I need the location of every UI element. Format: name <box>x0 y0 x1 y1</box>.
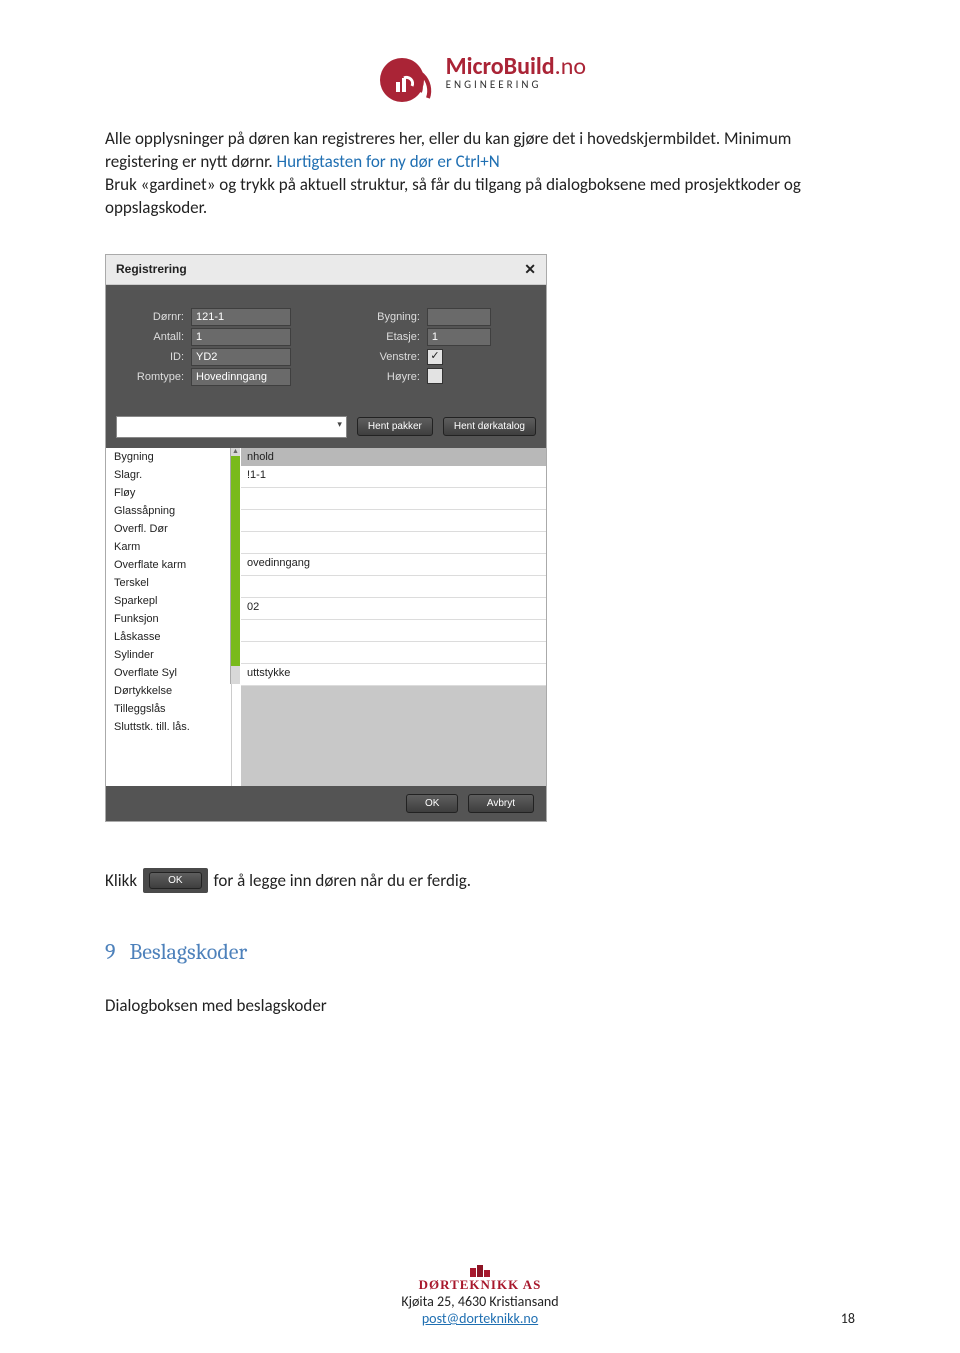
grid-row[interactable]: ovedinngang <box>241 554 546 576</box>
footer-logo: DØRTEKNIKK AS <box>0 1260 960 1293</box>
antall-label: Antall: <box>120 327 190 347</box>
shortcut-text: Hurtigtasten for ny dør er Ctrl+N <box>277 151 500 172</box>
grid-row[interactable] <box>241 642 546 664</box>
etasje-input[interactable] <box>427 328 491 346</box>
grid-row[interactable] <box>241 576 546 598</box>
romtype-label: Romtype: <box>120 367 190 388</box>
list-item[interactable]: Funksjon <box>106 610 231 628</box>
structure-dropdown[interactable]: ▾ <box>116 416 347 438</box>
list-item[interactable]: Dørtykkelse <box>106 682 231 700</box>
dialog-footer: OK Avbryt <box>106 786 546 821</box>
dialog-titlebar: Registrering ✕ <box>106 255 546 285</box>
list-item[interactable]: Sparkepl <box>106 592 231 610</box>
venstre-checkbox[interactable]: ✓ <box>427 349 443 365</box>
grid-row[interactable]: 02 <box>241 598 546 620</box>
list-item[interactable]: Tilleggslås <box>106 700 231 718</box>
list-item[interactable]: Terskel <box>106 574 231 592</box>
klikk-after: for å legge inn døren når du er ferdig. <box>214 870 472 891</box>
section-title: Beslagskoder <box>130 939 248 965</box>
list-item[interactable]: Overflate Syl <box>106 664 231 682</box>
inline-ok-wrapper: OK <box>143 868 207 893</box>
list-item[interactable]: Overflate karm <box>106 556 231 574</box>
structure-list[interactable]: Bygning Slagr. Fløy Glassåpning Overfl. … <box>106 448 232 786</box>
grid-row[interactable] <box>241 510 546 532</box>
antall-input[interactable] <box>191 328 291 346</box>
id-input[interactable] <box>191 348 291 366</box>
registration-dialog: Registrering ✕ Dørnr: Bygning: Antall: E… <box>105 254 547 822</box>
bygning-label: Bygning: <box>354 307 426 327</box>
klikk-before: Klikk <box>105 870 137 891</box>
inline-ok-button[interactable]: OK <box>149 872 201 889</box>
scroll-up-icon[interactable]: ▲ <box>231 448 240 456</box>
header-logo: MicroBuild.no ENGINEERING <box>105 40 855 102</box>
paragraph-beslagskoder: Dialogboksen med beslagskoder <box>105 995 855 1018</box>
list-item[interactable]: Sylinder <box>106 646 231 664</box>
wifi-building-icon <box>374 40 436 102</box>
id-label: ID: <box>120 347 190 367</box>
footer-address: Kjøita 25, 4630 Kristiansand <box>0 1293 960 1310</box>
section-number: 9 <box>105 939 116 965</box>
footer-company: DØRTEKNIKK AS <box>0 1277 960 1293</box>
grid-row[interactable] <box>241 532 546 554</box>
scrollbar[interactable]: ▲ <box>230 448 240 684</box>
hent-dorkatalog-button[interactable]: Hent dørkatalog <box>443 417 536 436</box>
dialog-title: Registrering <box>116 262 187 276</box>
dialog-toolbar: ▾ Hent pakker Hent dørkatalog <box>106 410 546 448</box>
cancel-button[interactable]: Avbryt <box>468 794 534 813</box>
page-footer: DØRTEKNIKK AS Kjøita 25, 4630 Kristiansa… <box>0 1260 960 1327</box>
hoyre-checkbox[interactable] <box>427 368 443 384</box>
logo-brand: MicroBuild <box>446 52 555 81</box>
list-item[interactable]: Fløy <box>106 484 231 502</box>
paragraph-intro: Alle opplysninger på døren kan registrer… <box>105 128 855 174</box>
romtype-input[interactable] <box>191 368 291 386</box>
dornr-input[interactable] <box>191 308 291 326</box>
chevron-down-icon: ▾ <box>337 419 342 430</box>
page-number: 18 <box>841 1310 855 1327</box>
list-item[interactable]: Slagr. <box>106 466 231 484</box>
hent-pakker-button[interactable]: Hent pakker <box>357 417 433 436</box>
content-grid: nhold !1-1 ovedinngang 02 uttstykke <box>241 448 546 786</box>
close-icon[interactable]: ✕ <box>524 261 536 278</box>
dialog-form: Dørnr: Bygning: Antall: Etasje: ID: Vens… <box>106 285 546 410</box>
hoyre-label: Høyre: <box>354 367 426 388</box>
etasje-label: Etasje: <box>354 327 426 347</box>
footer-email-link[interactable]: post@dorteknikk.no <box>422 1310 538 1327</box>
ok-button[interactable]: OK <box>406 794 458 813</box>
list-item[interactable]: Karm <box>106 538 231 556</box>
scroll-thumb[interactable] <box>231 456 240 666</box>
venstre-label: Venstre: <box>354 347 426 367</box>
grid-row[interactable] <box>241 620 546 642</box>
bygning-input[interactable] <box>427 308 491 326</box>
grid-header: nhold <box>241 448 546 466</box>
dornr-label: Dørnr: <box>120 307 190 327</box>
grid-row[interactable] <box>241 488 546 510</box>
list-item[interactable]: Sluttstk. till. lås. <box>106 718 231 736</box>
list-item[interactable]: Overfl. Dør <box>106 520 231 538</box>
list-item[interactable]: Glassåpning <box>106 502 231 520</box>
klikk-instruction: Klikk OK for å legge inn døren når du er… <box>105 868 855 893</box>
grid-empty-area <box>241 686 546 786</box>
building-icon <box>470 1263 490 1277</box>
grid-row[interactable]: uttstykke <box>241 664 546 686</box>
dialog-body: Bygning Slagr. Fløy Glassåpning Overfl. … <box>106 448 546 786</box>
logo-tld: .no <box>555 52 586 81</box>
list-item[interactable]: Låskasse <box>106 628 231 646</box>
section-heading: 9 Beslagskoder <box>105 939 855 965</box>
list-item[interactable]: Bygning <box>106 448 231 466</box>
grid-row[interactable]: !1-1 <box>241 466 546 488</box>
paragraph-usage: Bruk «gardinet» og trykk på aktuell stru… <box>105 174 855 220</box>
